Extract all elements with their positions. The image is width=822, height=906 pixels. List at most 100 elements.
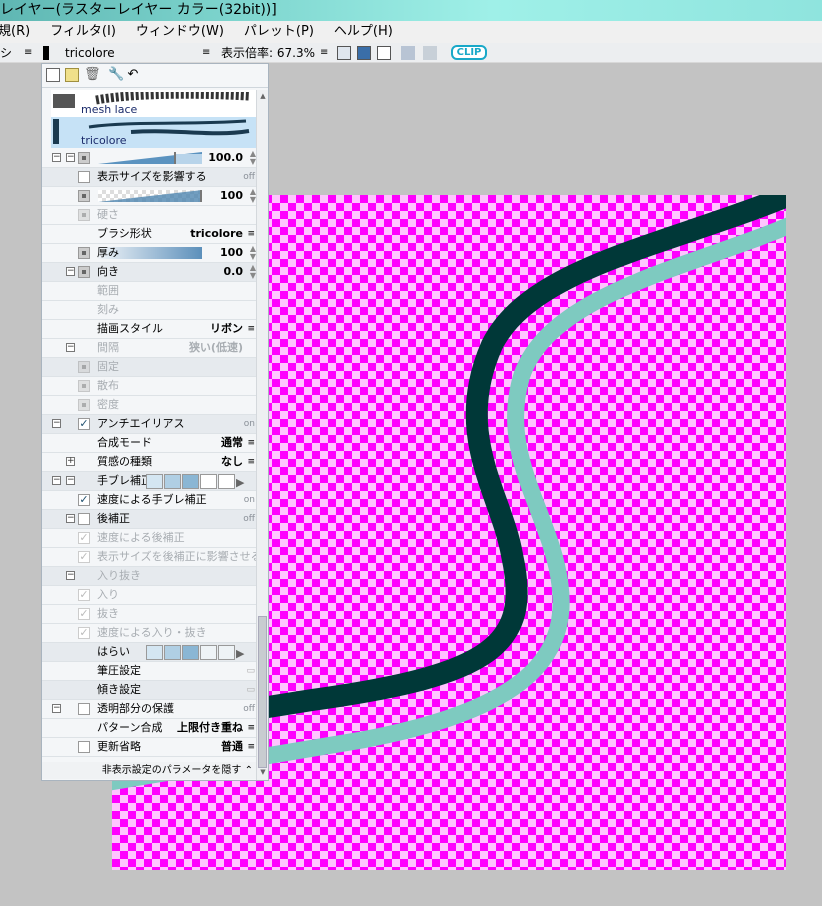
scroll-thumb[interactable]: [258, 616, 267, 768]
param-row[interactable]: − 後補正 off: [42, 510, 257, 529]
menu-palette[interactable]: パレット(P): [244, 21, 314, 43]
curve-settings-icon[interactable]: ▭: [246, 662, 255, 680]
pressure-toggle-icon[interactable]: [78, 209, 90, 221]
param-row[interactable]: − 向き 0.0 ▲ ▼: [42, 263, 257, 282]
trash-icon[interactable]: 🗑: [84, 68, 101, 82]
collapse-icon[interactable]: −: [66, 267, 75, 276]
checkbox[interactable]: [78, 741, 90, 753]
checkbox[interactable]: [78, 703, 90, 715]
collapse-icon[interactable]: −: [52, 419, 61, 428]
param-row[interactable]: ブラシ形状 tricolore ≡: [42, 225, 257, 244]
dropdown-icon[interactable]: ≡: [247, 320, 255, 338]
full-view-icon[interactable]: [357, 46, 371, 60]
zoom-dropdown-icon[interactable]: ≡: [320, 43, 328, 63]
param-row[interactable]: − − 手ブレ補正 ▶: [42, 472, 257, 491]
level-selector[interactable]: ▶: [146, 474, 244, 492]
checkbox[interactable]: ✓: [78, 551, 90, 563]
param-row[interactable]: − 透明部分の保護 off: [42, 700, 257, 719]
tool-dropdown-icon[interactable]: ≡: [24, 43, 32, 63]
pressure-toggle-icon[interactable]: [78, 380, 90, 392]
brush-item-mesh-lace[interactable]: mesh lace: [51, 90, 256, 117]
wrench-icon[interactable]: 🔧: [108, 68, 124, 82]
value-slider[interactable]: [98, 152, 202, 164]
dropdown-icon[interactable]: ≡: [247, 719, 255, 737]
brush-dropdown-icon[interactable]: ≡: [202, 43, 210, 63]
param-row[interactable]: 刻み: [42, 301, 257, 320]
param-row[interactable]: − 間隔 狭い(低速): [42, 339, 257, 358]
param-row[interactable]: 描画スタイル リボン ≡: [42, 320, 257, 339]
param-row[interactable]: 固定: [42, 358, 257, 377]
level-box[interactable]: [182, 645, 199, 660]
param-row[interactable]: 100 ▲ ▼: [42, 187, 257, 206]
collapse-icon[interactable]: −: [66, 514, 75, 523]
level-box[interactable]: [182, 474, 199, 489]
param-row[interactable]: ✓ 表示サイズを後補正に影響させる: [42, 548, 262, 567]
param-row[interactable]: 表示サイズを影響する off: [42, 168, 257, 187]
param-row[interactable]: ✓ 速度による入り・抜き: [42, 624, 257, 643]
param-row[interactable]: ✓ 入り: [42, 586, 257, 605]
folder-icon[interactable]: [65, 68, 79, 82]
param-row[interactable]: 厚み 100 ▲ ▼: [42, 244, 257, 263]
level-box[interactable]: [146, 474, 163, 489]
dropdown-icon[interactable]: ≡: [247, 434, 255, 452]
pressure-toggle-icon[interactable]: [78, 399, 90, 411]
fit-window-icon[interactable]: [337, 46, 351, 60]
pressure-toggle-icon[interactable]: [78, 247, 90, 259]
hide-hidden-params-button[interactable]: 非表示設定のパラメータを隠す ⌃: [42, 762, 257, 779]
param-row[interactable]: ✓ 速度による後補正: [42, 529, 257, 548]
checkbox[interactable]: [78, 513, 90, 525]
brush-select[interactable]: tricolore: [65, 43, 115, 63]
next-icon[interactable]: ▶: [236, 474, 244, 492]
level-box[interactable]: [218, 645, 235, 660]
collapse-icon[interactable]: −: [66, 153, 75, 162]
checkbox[interactable]: ✓: [78, 532, 90, 544]
dropdown-icon[interactable]: ≡: [247, 225, 255, 243]
param-row[interactable]: 範囲: [42, 282, 257, 301]
new-brush-icon[interactable]: [46, 68, 60, 82]
menu-window[interactable]: ウィンドウ(W): [136, 21, 224, 43]
level-box[interactable]: [200, 474, 217, 489]
checkbox[interactable]: ✓: [78, 589, 90, 601]
level-box[interactable]: [146, 645, 163, 660]
flip-icon[interactable]: [423, 46, 437, 60]
checkbox[interactable]: ✓: [78, 608, 90, 620]
pressure-toggle-icon[interactable]: [78, 190, 90, 202]
clip-logo[interactable]: CLIP: [451, 45, 487, 60]
collapse-icon[interactable]: −: [66, 476, 75, 485]
checkbox[interactable]: ✓: [78, 494, 90, 506]
pressure-toggle-icon[interactable]: [78, 152, 90, 164]
curve-settings-icon[interactable]: ▭: [246, 681, 255, 699]
rotate-icon[interactable]: [401, 46, 415, 60]
pressure-toggle-icon[interactable]: [78, 361, 90, 373]
param-row[interactable]: − ✓ アンチエイリアス on: [42, 415, 257, 434]
dropdown-icon[interactable]: ≡: [247, 453, 255, 471]
menu-help[interactable]: ヘルプ(H): [334, 21, 393, 43]
value-slider[interactable]: [98, 190, 202, 202]
pressure-toggle-icon[interactable]: [78, 266, 90, 278]
collapse-icon[interactable]: −: [52, 153, 61, 162]
param-row[interactable]: はらい ▶: [42, 643, 257, 662]
checkbox[interactable]: ✓: [78, 418, 90, 430]
scroll-up-icon[interactable]: ▲: [258, 92, 268, 102]
param-row[interactable]: 更新省略 普通 ≡: [42, 738, 257, 757]
param-row[interactable]: ✓ 抜き: [42, 605, 257, 624]
next-icon[interactable]: ▶: [236, 645, 244, 663]
param-row[interactable]: 散布: [42, 377, 257, 396]
checkbox[interactable]: ✓: [78, 627, 90, 639]
menu-filter[interactable]: フィルタ(I): [50, 21, 116, 43]
param-row[interactable]: 合成モード 通常 ≡: [42, 434, 257, 453]
collapse-icon[interactable]: −: [52, 704, 61, 713]
grid-icon[interactable]: [377, 46, 391, 60]
param-row[interactable]: − 入り抜き: [42, 567, 257, 586]
panel-scrollbar[interactable]: ▲ ▼: [256, 90, 268, 780]
param-row[interactable]: 硬さ: [42, 206, 257, 225]
param-row[interactable]: 傾き設定 ▭: [42, 681, 257, 700]
expand-icon[interactable]: +: [66, 457, 75, 466]
param-row[interactable]: パターン合成 上限付き重ね ≡: [42, 719, 257, 738]
level-box[interactable]: [164, 645, 181, 660]
brush-item-tricolore[interactable]: tricolore: [51, 117, 256, 148]
dropdown-icon[interactable]: ≡: [247, 738, 255, 756]
param-row[interactable]: ✓ 速度による手ブレ補正 on: [42, 491, 257, 510]
collapse-icon[interactable]: −: [66, 571, 75, 580]
menu-view[interactable]: 規(R): [0, 21, 30, 43]
